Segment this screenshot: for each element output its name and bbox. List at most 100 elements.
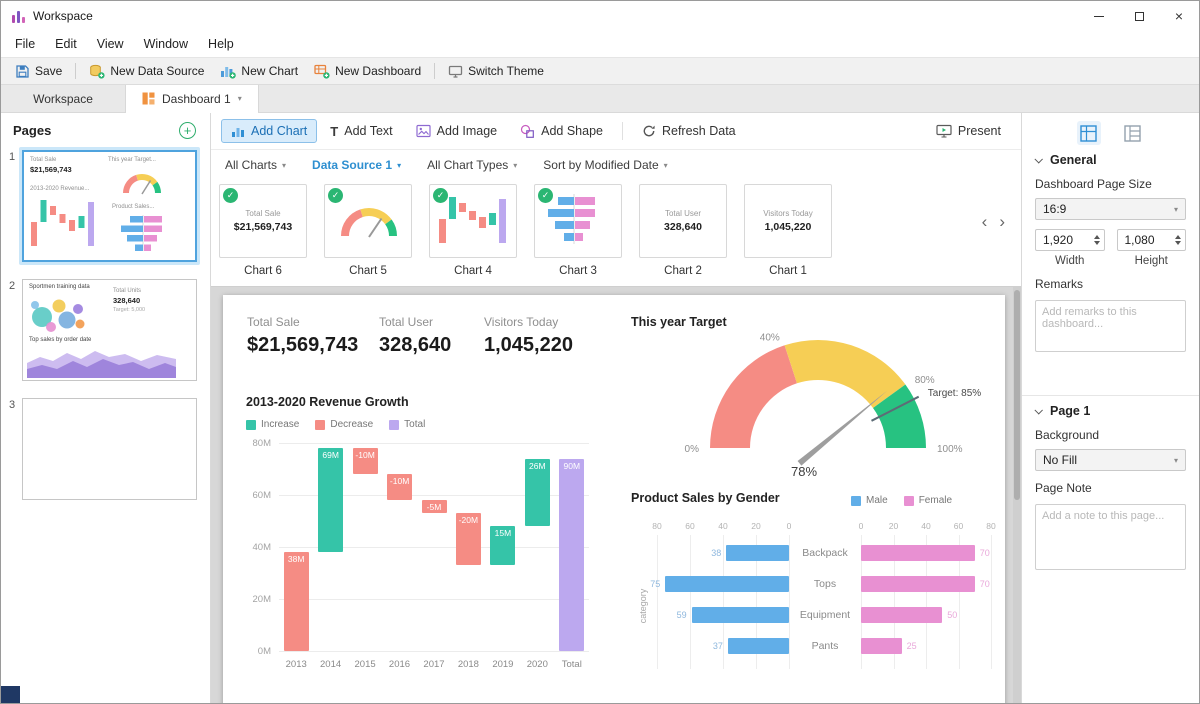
gallery-card-chart-3[interactable]: ✓ — [534, 184, 622, 258]
added-check-icon: ✓ — [223, 188, 238, 203]
gallery-card-chart-6[interactable]: ✓Total Sale$21,569,743 — [219, 184, 307, 258]
bar-value-label: -10M — [387, 474, 412, 486]
kpi-total-sale[interactable]: Total Sale $21,569,743 — [247, 315, 358, 357]
page-size-value: 16:9 — [1043, 202, 1066, 216]
waterfall-bar[interactable]: 26M — [525, 459, 550, 527]
male-bar[interactable] — [726, 545, 789, 561]
tab-workspace[interactable]: Workspace — [1, 85, 126, 112]
page-item-3[interactable]: 3 — [1, 395, 210, 503]
menu-view[interactable]: View — [87, 37, 134, 51]
female-bar[interactable] — [861, 545, 975, 561]
page-note-textarea[interactable] — [1035, 504, 1186, 570]
kpi-total-user[interactable]: Total User 328,640 — [379, 315, 451, 357]
filter-label: All Charts — [225, 158, 277, 172]
switch-theme-label: Switch Theme — [468, 64, 544, 78]
wf-axis-label: 20M — [243, 594, 271, 605]
hbar-preview-graphic — [546, 193, 610, 245]
switch-theme-button[interactable]: Switch Theme — [440, 61, 552, 82]
structure-view-icon[interactable] — [1121, 121, 1145, 145]
legend-swatch — [246, 420, 256, 430]
menu-help[interactable]: Help — [198, 37, 244, 51]
new-dashboard-button[interactable]: New Dashboard — [306, 61, 429, 82]
background-value: No Fill — [1043, 453, 1077, 467]
filter-all-charts[interactable]: All Charts▾ — [225, 158, 286, 172]
gallery-card-chart-5[interactable]: ✓ — [324, 184, 412, 258]
page-item-2[interactable]: 2 Sportmen training data Total Units 328… — [1, 276, 210, 384]
add-image-button[interactable]: Add Image — [406, 119, 507, 143]
page-size-select[interactable]: 16:9 ▾ — [1035, 198, 1186, 220]
preview-kpi-value: 1,045,220 — [763, 221, 813, 233]
gallery-card-slot: ✓Total Sale$21,569,743Chart 6 — [219, 184, 307, 286]
dashboard-plus-icon — [314, 64, 330, 79]
height-input[interactable]: 1,080 — [1117, 229, 1187, 251]
gallery-card-chart-2[interactable]: Total User328,640 — [639, 184, 727, 258]
preview-kpi-label: Total User — [664, 209, 702, 218]
tornado-chart[interactable]: 80604020002040608038Backpack7075Tops7059… — [627, 519, 1005, 689]
waterfall-bar[interactable]: -20M — [456, 513, 481, 565]
waterfall-bar[interactable]: 90M — [559, 459, 584, 651]
maximize-button[interactable] — [1119, 1, 1159, 31]
page-item-1[interactable]: 1 Total Sale $21,569,743 This year Targe… — [1, 147, 210, 265]
gallery-next-button[interactable]: › — [999, 212, 1005, 232]
male-bar[interactable] — [665, 576, 789, 592]
new-chart-button[interactable]: New Chart — [212, 61, 306, 82]
add-chart-button[interactable]: Add Chart — [221, 119, 317, 143]
scrollbar-thumb[interactable] — [1014, 290, 1020, 500]
td-gridline — [991, 535, 992, 669]
filter-data-source[interactable]: Data Source 1▾ — [312, 158, 401, 172]
gallery-card-chart-1[interactable]: Visitors Today1,045,220 — [744, 184, 832, 258]
female-bar[interactable] — [861, 638, 902, 654]
gauge-preview-graphic — [337, 198, 399, 240]
stepper-icon[interactable] — [1094, 235, 1100, 245]
menu-window[interactable]: Window — [134, 37, 198, 51]
page-section-header[interactable]: Page 1 — [1035, 404, 1186, 418]
present-button[interactable]: Present — [926, 119, 1011, 143]
dashboard-page[interactable]: Total Sale $21,569,743 Total User 328,64… — [223, 295, 1005, 703]
general-section-header[interactable]: General — [1035, 153, 1186, 167]
app-window: Workspace × File Edit View Window Help S… — [0, 0, 1200, 704]
gallery-prev-button[interactable]: ‹ — [982, 212, 988, 232]
new-data-source-button[interactable]: New Data Source — [81, 61, 212, 82]
grid-view-icon[interactable] — [1077, 121, 1101, 145]
save-button[interactable]: Save — [7, 61, 70, 82]
male-bar[interactable] — [728, 638, 789, 654]
chevron-down-icon[interactable]: ▾ — [238, 94, 242, 103]
waterfall-chart[interactable]: 0M20M40M60M80M38M201369M2014-10M2015-10M… — [243, 437, 603, 677]
section-title: Page 1 — [1050, 404, 1090, 418]
waterfall-bar[interactable]: -5M — [422, 500, 447, 513]
menu-edit[interactable]: Edit — [45, 37, 87, 51]
canvas-scrollbar[interactable] — [1013, 287, 1021, 703]
female-bar[interactable] — [861, 576, 975, 592]
female-value-label: 50 — [947, 607, 957, 623]
kpi-visitors-today[interactable]: Visitors Today 1,045,220 — [484, 315, 573, 357]
waterfall-bar[interactable]: 38M — [284, 552, 309, 651]
female-bar[interactable] — [861, 607, 942, 623]
pages-title: Pages — [13, 123, 51, 138]
wf-axis-label: 40M — [243, 542, 271, 553]
legend-item: Decrease — [315, 419, 373, 430]
filter-sort[interactable]: Sort by Modified Date▾ — [543, 158, 667, 172]
remarks-textarea[interactable] — [1035, 300, 1186, 352]
minimize-button[interactable] — [1079, 1, 1119, 31]
add-text-button[interactable]: T Add Text — [320, 119, 402, 144]
waterfall-bar[interactable]: 15M — [490, 526, 515, 565]
male-bar[interactable] — [692, 607, 789, 623]
waterfall-bar[interactable]: -10M — [387, 474, 412, 500]
close-button[interactable]: × — [1159, 1, 1199, 31]
filter-chart-types[interactable]: All Chart Types▾ — [427, 158, 517, 172]
gallery-card-chart-4[interactable]: ✓ — [429, 184, 517, 258]
wf-gridline — [279, 599, 589, 600]
waterfall-bar[interactable]: -10M — [353, 448, 378, 474]
background-select[interactable]: No Fill ▾ — [1035, 449, 1186, 471]
add-page-button[interactable]: + — [179, 122, 196, 139]
waterfall-bar[interactable]: 69M — [318, 448, 343, 552]
gauge-chart[interactable]: 0%40%80%100%Target: 85%78% — [673, 335, 963, 485]
refresh-data-button[interactable]: Refresh Data — [632, 119, 746, 143]
td-axis-label: 80 — [652, 521, 661, 531]
td-axis-label: 40 — [921, 521, 930, 531]
menu-file[interactable]: File — [5, 37, 45, 51]
stepper-icon[interactable] — [1175, 235, 1181, 245]
width-input[interactable]: 1,920 — [1035, 229, 1105, 251]
add-shape-button[interactable]: Add Shape — [510, 119, 613, 143]
tab-dashboard-1[interactable]: Dashboard 1 ▾ — [126, 85, 259, 112]
